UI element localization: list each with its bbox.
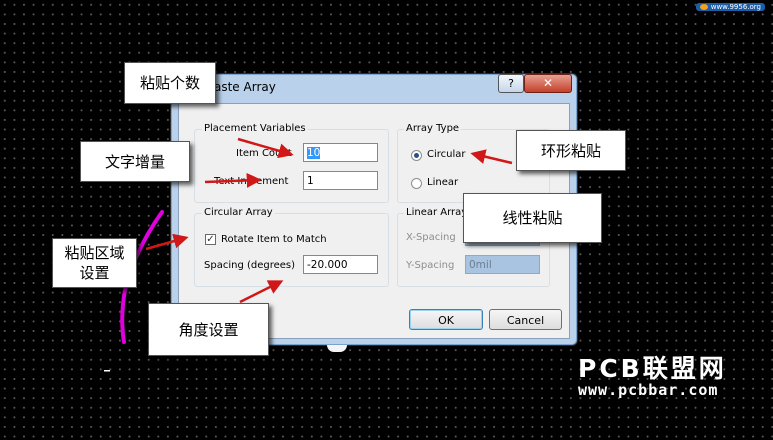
callout-circular-paste: 环形粘贴 xyxy=(516,130,626,171)
arrow-spacing xyxy=(239,280,284,304)
callout-angle-settings: 角度设置 xyxy=(148,303,269,356)
arrow-text-increment xyxy=(204,172,262,188)
callout-paste-area-settings: 粘贴区域设置 xyxy=(52,238,137,288)
callout-paste-count: 粘贴个数 xyxy=(124,62,216,104)
arrow-item-count xyxy=(237,137,294,159)
callout-text-increment: 文字增量 xyxy=(80,141,190,182)
brand-url: www.pcbbar.com xyxy=(578,381,719,399)
brand-logo: PCB联盟网 xyxy=(578,354,727,383)
callout-linear-paste: 线性粘贴 xyxy=(463,193,602,243)
arrow-circular-area xyxy=(145,233,189,251)
arrow-circular xyxy=(470,149,513,165)
